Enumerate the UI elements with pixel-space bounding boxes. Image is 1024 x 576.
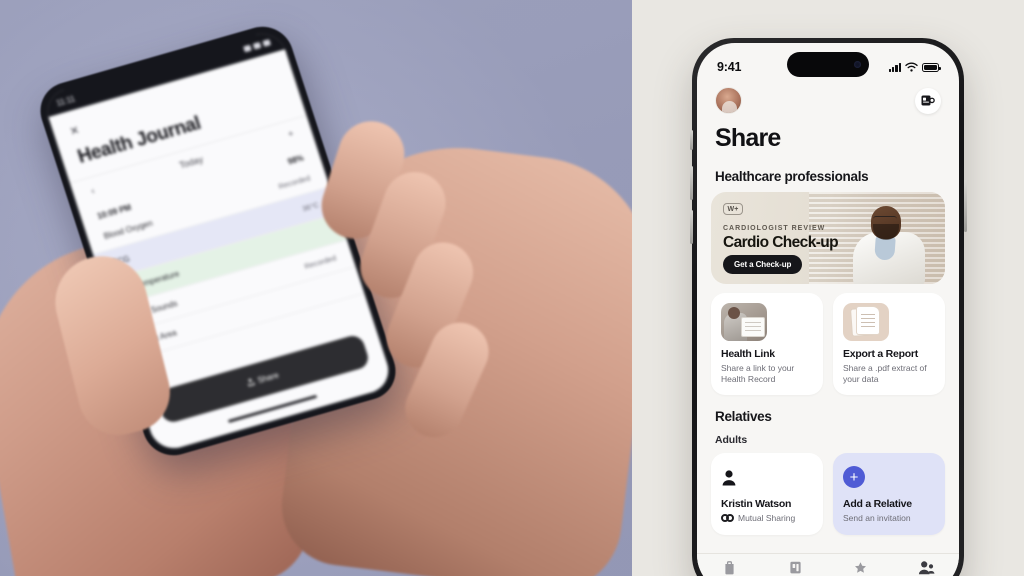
banner-eyebrow: CARDIOLOGIST REVIEW — [723, 225, 826, 232]
status-bar: 9:41 — [697, 43, 959, 83]
relative-meta-label: Mutual Sharing — [738, 513, 796, 524]
prev-day-icon[interactable]: ‹ — [90, 185, 96, 195]
relative-name: Add a Relative — [843, 498, 912, 511]
add-relative-icon-wrap: + — [843, 464, 935, 490]
monitor-shape — [741, 317, 765, 337]
journal-row-value: Recorded — [277, 173, 312, 191]
page-title: Share — [715, 124, 781, 152]
battery-icon — [262, 39, 271, 47]
wifi-icon — [252, 41, 262, 50]
journal-row-value: Recorded — [303, 253, 338, 272]
person-head-shape — [728, 307, 740, 319]
relative-meta: Send an invitation — [843, 513, 935, 523]
person-icon — [721, 464, 813, 490]
health-card-glyph — [921, 95, 935, 106]
journal-row-label: Blood Oxygen — [102, 218, 154, 242]
add-entry-icon[interactable]: + — [287, 128, 295, 139]
journal-row-value: 36°C — [301, 200, 320, 214]
signal-icon — [243, 44, 252, 53]
status-indicators — [888, 62, 941, 72]
share-card-row: Health Link Share a link to your Health … — [697, 284, 959, 396]
doctor-glasses-icon — [873, 216, 897, 222]
signal-icon — [888, 62, 901, 72]
tab-favorites[interactable] — [841, 560, 881, 575]
relative-meta: Mutual Sharing — [721, 513, 813, 523]
iphone-screen: 9:41 Share Healthcare professionals W+ C… — [697, 43, 959, 576]
export-report-card[interactable]: Export a Report Share a .pdf extract of … — [833, 293, 945, 396]
relatives-row: Kristin Watson Mutual Sharing + Add a Re… — [697, 453, 959, 536]
doctor-photo — [849, 204, 941, 284]
person-at-computer-icon — [721, 303, 767, 341]
silent-switch[interactable] — [689, 130, 693, 150]
section-healthcare-professionals: Healthcare professionals — [715, 169, 869, 184]
power-button[interactable] — [963, 180, 967, 232]
volume-down-button[interactable] — [689, 210, 693, 244]
journal-icon — [790, 561, 801, 574]
document-front-page — [857, 307, 879, 334]
health-link-card[interactable]: Health Link Share a link to your Health … — [711, 293, 823, 396]
documents-icon — [843, 303, 889, 341]
status-time: 9:41 — [717, 60, 742, 74]
w-plus-badge: W+ — [723, 203, 744, 215]
tab-home[interactable] — [710, 560, 750, 575]
handheld-status-icons — [243, 39, 271, 53]
top-bar — [697, 83, 959, 114]
relative-card-kristin-watson[interactable]: Kristin Watson Mutual Sharing — [711, 453, 823, 536]
star-icon — [855, 562, 867, 573]
person-glyph — [722, 470, 736, 486]
get-a-checkup-button[interactable]: Get a Check-up — [723, 255, 803, 274]
home-icon — [725, 561, 734, 575]
mutual-sharing-icon — [721, 514, 734, 523]
volume-up-button[interactable] — [689, 166, 693, 200]
section-relatives-adults: Adults — [715, 434, 748, 447]
day-label: Today — [178, 154, 205, 171]
share-icon — [247, 378, 255, 387]
relative-meta-label: Send an invitation — [843, 513, 911, 524]
right-mockup-panel: 9:41 Share Healthcare professionals W+ C… — [632, 0, 1024, 576]
avatar[interactable] — [715, 87, 742, 114]
banner-title: Cardio Check-up — [723, 234, 839, 251]
wifi-icon — [905, 62, 918, 72]
card-title: Health Link — [721, 348, 775, 360]
card-subtitle: Share a link to your Health Record — [721, 363, 795, 385]
battery-icon — [922, 62, 941, 72]
handheld-status-time: 11:11 — [55, 93, 77, 108]
relative-name: Kristin Watson — [721, 498, 792, 511]
screenshot-root: 11:11 ✕ Health Journal ‹ Today + 10:09 P… — [0, 0, 1024, 576]
iphone-frame: 9:41 Share Healthcare professionals W+ C… — [689, 38, 967, 576]
entry-time-value: 98% — [286, 153, 305, 167]
card-subtitle: Share a .pdf extract of your data — [843, 363, 927, 385]
add-relative-card[interactable]: + Add a Relative Send an invitation — [833, 453, 945, 536]
left-photo-panel: 11:11 ✕ Health Journal ‹ Today + 10:09 P… — [0, 0, 632, 576]
card-title: Export a Report — [843, 348, 919, 360]
cardio-checkup-banner[interactable]: W+ CARDIOLOGIST REVIEW Cardio Check-up G… — [711, 192, 945, 284]
plus-icon: + — [843, 466, 865, 489]
section-relatives: Relatives — [715, 409, 772, 425]
tab-bar — [697, 553, 959, 576]
share-button-label: Share — [256, 370, 280, 385]
tab-share[interactable] — [906, 560, 946, 575]
tab-journal[interactable] — [775, 560, 815, 575]
health-card-icon[interactable] — [915, 87, 941, 114]
people-share-icon — [918, 561, 935, 575]
